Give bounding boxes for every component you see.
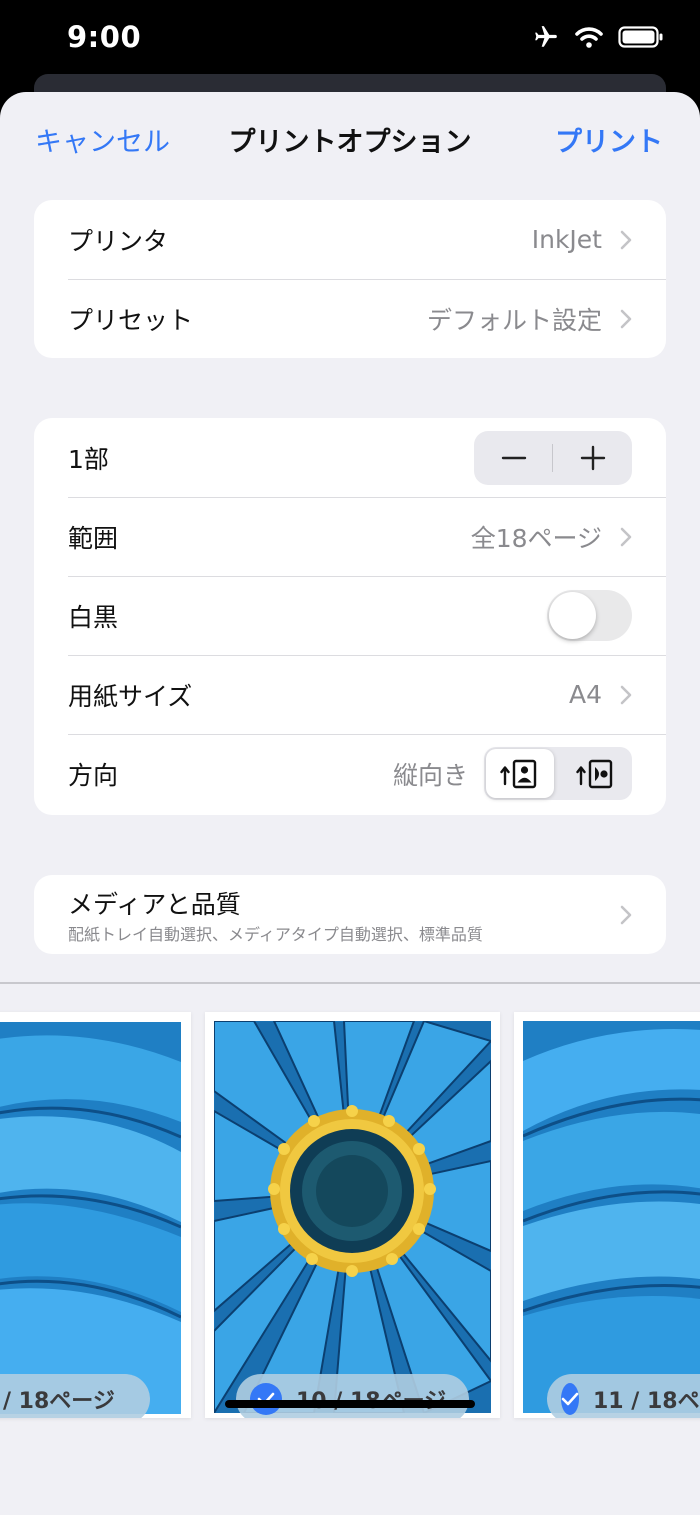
- orientation-value: 縦向き: [392, 760, 468, 790]
- page-preview-10[interactable]: 10 / 18ページ: [205, 1012, 500, 1418]
- print-button[interactable]: プリント: [555, 120, 663, 159]
- black-white-toggle[interactable]: [547, 590, 632, 641]
- page-label: 11 / 18ページ: [593, 1389, 700, 1414]
- status-bar: 9:00: [0, 0, 700, 75]
- home-indicator[interactable]: [225, 1400, 475, 1408]
- minus-icon: [501, 456, 526, 460]
- decrement-button[interactable]: [474, 431, 553, 485]
- page-badge: 11 / 18ページ: [547, 1374, 700, 1418]
- page-label: 10 / 18ページ: [296, 1383, 446, 1415]
- options-group: 1部 範囲 全18ページ 白黒 用紙サイズ A4 方向 縦向き: [34, 418, 666, 815]
- toggle-knob: [549, 592, 596, 639]
- copies-stepper: [474, 431, 632, 485]
- checkmark-icon: [561, 1383, 579, 1415]
- battery-icon: [618, 26, 663, 48]
- page-label: 9 / 18ページ: [0, 1389, 115, 1414]
- orientation-segmented-control: [484, 747, 632, 800]
- orientation-row: 方向 縦向き: [34, 734, 666, 813]
- chevron-right-icon: [620, 230, 632, 250]
- page-previews: 9 / 18ページ: [0, 984, 700, 1515]
- page-badge: 10 / 18ページ: [236, 1374, 469, 1418]
- page-preview-9[interactable]: 9 / 18ページ: [0, 1012, 191, 1418]
- range-value: 全18ページ: [470, 523, 602, 553]
- paper-size-row[interactable]: 用紙サイズ A4: [34, 655, 666, 734]
- chevron-right-icon: [620, 685, 632, 705]
- black-white-row: 白黒: [34, 576, 666, 655]
- chevron-right-icon: [620, 309, 632, 329]
- daisy-center-image: [214, 1021, 491, 1413]
- flower-petals-image: [0, 1022, 181, 1414]
- plus-icon: [580, 445, 605, 471]
- preset-value: デフォルト設定: [426, 305, 602, 335]
- landscape-icon: [576, 759, 613, 788]
- copies-label: 1部: [68, 444, 109, 474]
- media-quality-row[interactable]: メディアと品質 配紙トレイ自動選択、メディアタイプ自動選択、標準品質: [34, 875, 666, 954]
- portrait-option[interactable]: [486, 749, 554, 798]
- portrait-icon: [500, 759, 537, 788]
- copies-row: 1部: [34, 418, 666, 497]
- flower-petals-image: [523, 1021, 700, 1413]
- media-subtitle: 配紙トレイ自動選択、メディアタイプ自動選択、標準品質: [68, 925, 483, 944]
- chevron-right-icon: [620, 905, 632, 925]
- print-options-sheet: キャンセル プリントオプション プリント プリンタ InkJet プリセット デ…: [0, 92, 700, 1515]
- status-time: 9:00: [67, 20, 142, 54]
- printer-value: InkJet: [531, 225, 602, 254]
- landscape-option[interactable]: [562, 749, 630, 798]
- airplane-icon: [535, 26, 557, 47]
- checkmark-icon: [250, 1383, 282, 1415]
- page-preview-11[interactable]: 11 / 18ページ: [514, 1012, 700, 1418]
- status-icons: [532, 24, 664, 50]
- black-white-label: 白黒: [68, 602, 119, 632]
- range-row[interactable]: 範囲 全18ページ: [34, 497, 666, 576]
- printer-group: プリンタ InkJet プリセット デフォルト設定: [34, 200, 666, 358]
- printer-row[interactable]: プリンタ InkJet: [34, 200, 666, 279]
- range-label: 範囲: [68, 523, 119, 553]
- wifi-icon: [575, 27, 603, 48]
- increment-button[interactable]: [553, 431, 632, 485]
- page-badge: 9 / 18ページ: [0, 1374, 150, 1418]
- paper-size-value: A4: [568, 680, 602, 709]
- orientation-label: 方向: [68, 760, 119, 790]
- media-title: メディアと品質: [68, 890, 241, 919]
- navigation-bar: キャンセル プリントオプション プリント: [0, 92, 700, 184]
- printer-label: プリンタ: [68, 226, 169, 256]
- chevron-right-icon: [620, 527, 632, 547]
- preset-label: プリセット: [68, 305, 194, 335]
- preset-row[interactable]: プリセット デフォルト設定: [34, 279, 666, 358]
- paper-size-label: 用紙サイズ: [68, 681, 193, 711]
